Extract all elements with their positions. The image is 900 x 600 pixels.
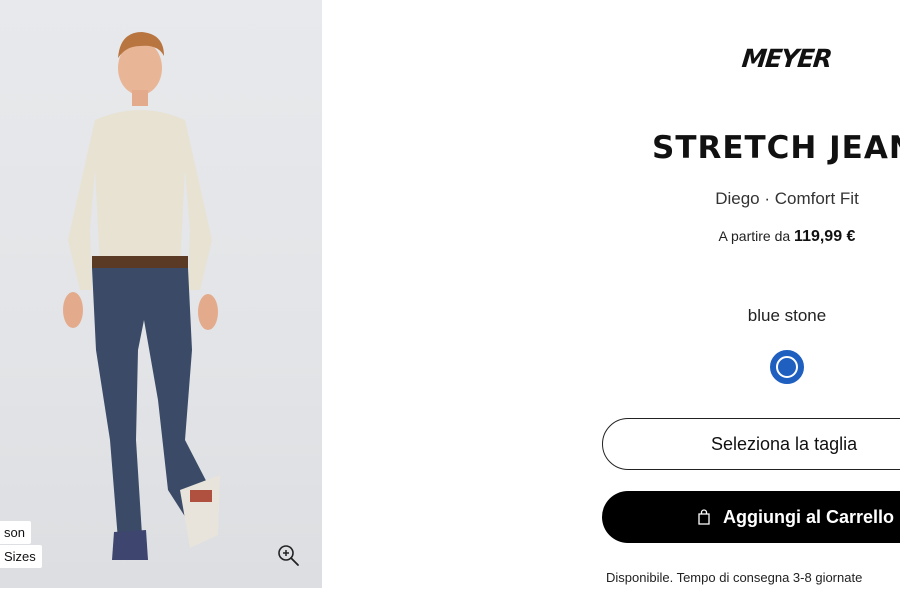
product-image[interactable]: son Sizes [0,0,322,588]
product-details: MEYER STRETCH JEAN Diego · Comfort Fit A… [322,0,900,600]
add-to-cart-button[interactable]: Aggiungi al Carrello [602,491,900,543]
color-swatch-blue-stone[interactable] [770,350,804,384]
add-to-cart-label: Aggiungi al Carrello [723,506,895,527]
shopping-bag-icon [698,509,710,525]
model-photo [63,32,220,560]
price-line: A partire da 119,99 € [682,228,892,246]
brand-logo[interactable]: MEYER [740,44,832,73]
season-badge: son [0,521,31,544]
price-prefix: A partire da [718,228,791,244]
select-size-button[interactable]: Seleziona la taglia [602,418,900,470]
select-size-label: Seleziona la taglia [711,433,858,454]
color-name: blue stone [747,306,827,325]
availability-text: Disponibile. Tempo di consegna 3-8 giorn… [606,570,863,585]
sizes-badge: Sizes [0,545,42,568]
product-title: STRETCH JEAN [652,130,900,166]
product-subtitle: Diego · Comfort Fit [715,189,859,208]
zoom-in-icon[interactable] [276,543,300,567]
price-value: 119,99 € [794,228,856,245]
